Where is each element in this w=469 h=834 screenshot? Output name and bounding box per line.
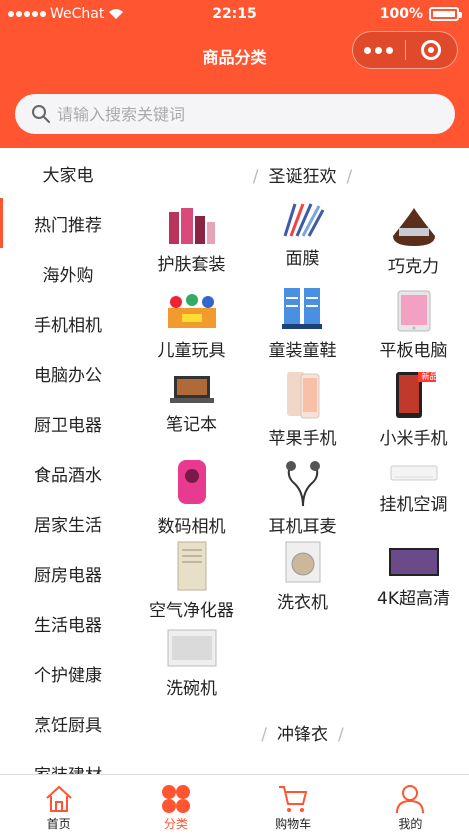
product-cell[interactable]: 童装童鞋: [247, 284, 358, 361]
product-label: 空气净化器: [149, 601, 234, 621]
sidebar-item-computer[interactable]: 电脑办公: [0, 348, 136, 398]
tab-category[interactable]: 分类: [117, 775, 234, 834]
tab-label: 购物车: [275, 817, 312, 831]
product-cell[interactable]: 苹果手机: [247, 370, 358, 449]
sidebar-item-kitchen-appliance[interactable]: 厨房电器: [0, 548, 136, 598]
product-cell[interactable]: 耳机耳麦: [247, 456, 358, 537]
laptop-image: [168, 374, 216, 406]
close-button[interactable]: [406, 40, 458, 60]
product-label: 巧克力: [388, 257, 439, 277]
more-button[interactable]: [353, 46, 405, 54]
chocolate-image: [389, 206, 439, 248]
iphone-image: [283, 370, 323, 420]
product-label: 平板电脑: [379, 341, 448, 361]
product-label: 儿童玩具: [157, 341, 226, 361]
tab-label: 首页: [46, 817, 71, 831]
air-purifier-image: [174, 540, 210, 592]
user-icon: [396, 785, 425, 814]
sidebar-item-phone-camera[interactable]: 手机相机: [0, 298, 136, 348]
kids-toy-image: [164, 290, 220, 332]
tab-label: 分类: [163, 817, 188, 831]
battery-icon: [429, 7, 462, 21]
tv-image: [387, 546, 441, 580]
product-label: 耳机耳麦: [268, 517, 337, 537]
status-bar: WeChat 22:15 100%: [0, 0, 469, 30]
product-label: 数码相机: [157, 517, 226, 537]
close-icon: [421, 40, 442, 60]
product-label: 面膜: [285, 249, 320, 269]
product-cell[interactable]: 4K超高清: [358, 546, 469, 609]
sidebar-item-big-appliance[interactable]: 大家电: [0, 148, 136, 198]
product-label: 洗衣机: [277, 593, 328, 613]
product-label: 笔记本: [166, 415, 217, 435]
tab-home[interactable]: 首页: [0, 775, 117, 834]
new-badge: 新品: [421, 372, 438, 381]
face-mask-image: [281, 200, 325, 240]
sidebar-item-building-materials[interactable]: 家装建材: [0, 748, 136, 775]
product-cell[interactable]: 数码相机: [136, 456, 247, 537]
product-label: 小米手机: [379, 429, 448, 449]
header: WeChat 22:15 100% 商品分类: [0, 0, 469, 148]
product-cell[interactable]: 平板电脑: [358, 290, 469, 361]
product-cell[interactable]: 洗衣机: [247, 540, 358, 613]
product-label: 童装童鞋: [268, 341, 337, 361]
digital-camera-image: [172, 456, 212, 508]
sidebar-item-hot[interactable]: 热门推荐: [0, 198, 136, 248]
earphones-image: [281, 456, 325, 508]
product-cell[interactable]: 护肤套装: [136, 206, 247, 275]
category-content: / 圣诞狂欢 / 护肤套装 面膜 巧克力 儿童玩具 童装童鞋 平板电脑 笔记本 …: [136, 148, 469, 774]
product-label: 护肤套装: [157, 255, 226, 275]
product-label: 苹果手机: [268, 429, 337, 449]
sidebar-item-life-appliance[interactable]: 生活电器: [0, 598, 136, 648]
tablet-image: [396, 290, 432, 332]
air-conditioner-image: [389, 462, 439, 486]
tab-cart[interactable]: 购物车: [235, 775, 352, 834]
skincare-set-image: [167, 206, 217, 246]
sidebar-item-kitchen-bath[interactable]: 厨卫电器: [0, 398, 136, 448]
search-icon: [32, 105, 50, 123]
tab-mine[interactable]: 我的: [352, 775, 469, 834]
search-input[interactable]: [57, 104, 417, 124]
battery-status: 100%: [379, 6, 462, 22]
section-header: / 冲锋衣 /: [261, 725, 344, 745]
product-cell[interactable]: 新品 小米手机: [358, 370, 469, 449]
washing-machine-image: [283, 540, 323, 584]
product-label: 洗碗机: [166, 679, 217, 699]
cart-icon: [279, 786, 308, 812]
category-icon: [161, 785, 190, 813]
section-header: / 圣诞狂欢 /: [252, 167, 353, 187]
product-cell[interactable]: 面膜: [247, 200, 358, 269]
section-title: 冲锋衣: [277, 725, 328, 745]
tab-bar: 首页 分类 购物车 我的: [0, 774, 469, 834]
tab-label: 我的: [398, 817, 423, 831]
home-icon: [45, 785, 72, 812]
product-label: 4K超高清: [377, 589, 450, 609]
xiaomi-phone-image: 新品: [390, 370, 438, 420]
category-sidebar: 大家电 热门推荐 海外购 手机相机 电脑办公 厨卫电器 食品酒水 居家生活 厨房…: [0, 148, 136, 774]
product-label: 挂机空调: [379, 495, 448, 515]
product-cell[interactable]: 巧克力: [358, 206, 469, 277]
product-cell[interactable]: 笔记本: [136, 374, 247, 435]
section-title: 圣诞狂欢: [268, 167, 337, 187]
search-bar[interactable]: [15, 94, 455, 134]
sidebar-item-personal-care[interactable]: 个护健康: [0, 648, 136, 698]
sidebar-item-home-living[interactable]: 居家生活: [0, 498, 136, 548]
sidebar-item-food-drink[interactable]: 食品酒水: [0, 448, 136, 498]
sidebar-item-overseas[interactable]: 海外购: [0, 248, 136, 298]
dishwasher-image: [166, 626, 218, 670]
product-cell[interactable]: 儿童玩具: [136, 290, 247, 361]
battery-percent: 100%: [379, 6, 423, 22]
product-cell[interactable]: 挂机空调: [358, 462, 469, 515]
product-cell[interactable]: 空气净化器: [136, 540, 247, 621]
mini-program-capsule: [352, 31, 458, 69]
sidebar-item-cookware[interactable]: 烹饪厨具: [0, 698, 136, 748]
kids-shoes-image: [278, 284, 328, 332]
product-cell[interactable]: 洗碗机: [136, 626, 247, 699]
